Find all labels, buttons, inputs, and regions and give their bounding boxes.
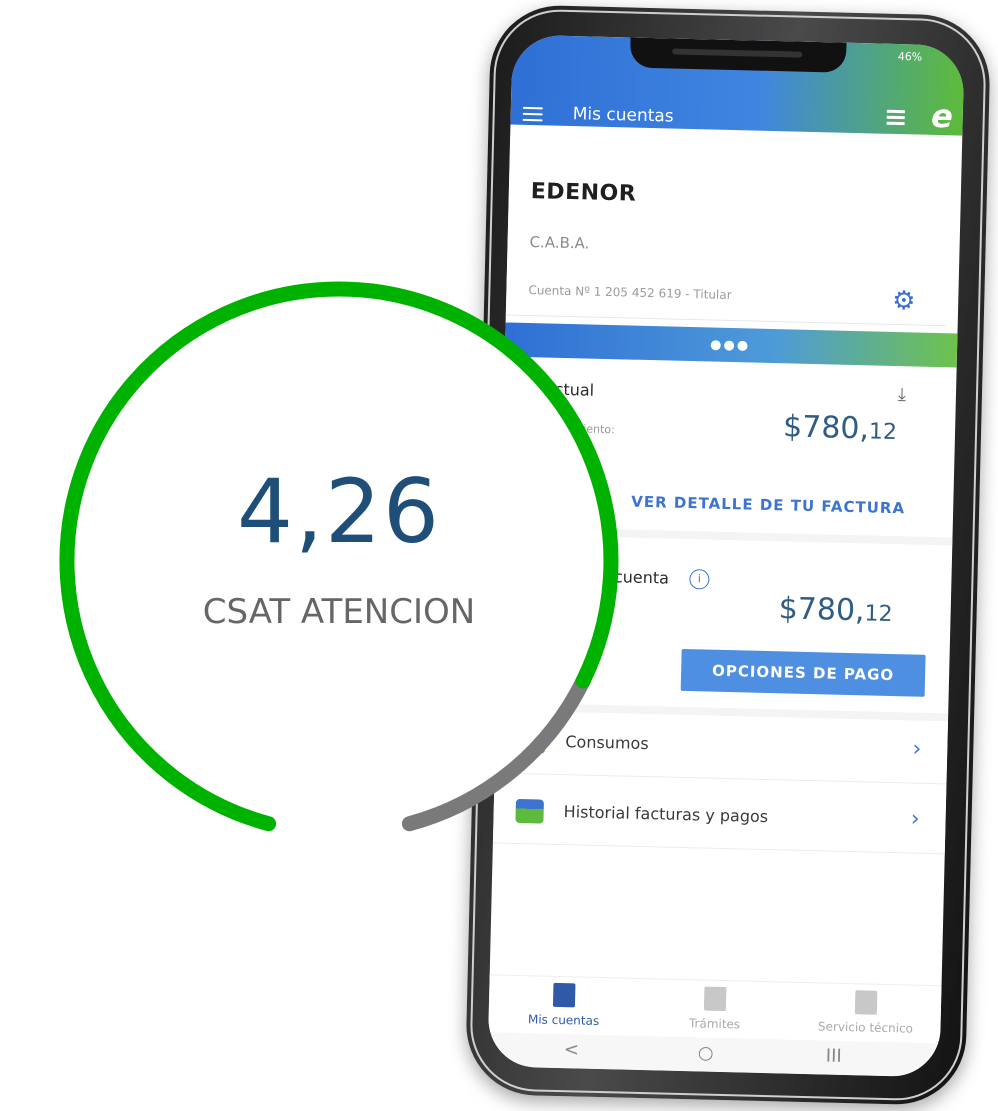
nav-label: Servicio técnico	[817, 1019, 914, 1036]
app-header: 46% Mis cuentas e	[510, 34, 965, 136]
header-title: Mis cuentas	[572, 104, 674, 127]
balance-amount: $780,12	[778, 591, 893, 629]
truck-icon	[854, 990, 878, 1015]
document-icon	[703, 986, 727, 1012]
csat-gauge: 4,26 CSAT ATENCION	[40, 262, 638, 860]
menu-icon[interactable]	[522, 106, 543, 122]
download-icon[interactable]: ⤓	[898, 384, 906, 405]
nav-label: Trámites	[688, 1016, 741, 1032]
chevron-right-icon: ›	[910, 806, 920, 832]
brand-e-icon[interactable]: e	[931, 97, 954, 136]
info-icon[interactable]: i	[689, 569, 710, 590]
home-button[interactable]: ○	[698, 1042, 714, 1063]
nav-label: Mis cuentas	[527, 1012, 600, 1028]
nav-servicio-tecnico[interactable]: Servicio técnico	[790, 983, 941, 1045]
csat-value: 4,26	[237, 460, 441, 563]
current-bill-amount: $780,12	[782, 409, 898, 447]
lightning-icon	[552, 982, 576, 1008]
bill-detail-link[interactable]: VER DETALLE DE TU FACTURA	[631, 493, 905, 518]
csat-label: CSAT ATENCION	[202, 592, 476, 632]
carousel-dots[interactable]: ●●●	[710, 338, 750, 354]
battery-status: 46%	[897, 50, 923, 64]
nav-tramites[interactable]: Trámites	[639, 979, 790, 1041]
account-name: EDENOR	[530, 179, 637, 207]
back-button[interactable]: <	[564, 1039, 580, 1060]
account-location: C.A.B.A.	[529, 233, 590, 253]
recents-button[interactable]: III	[826, 1046, 842, 1067]
gear-icon[interactable]: ⚙	[892, 286, 916, 317]
list-icon[interactable]	[886, 109, 905, 126]
nav-mis-cuentas[interactable]: Mis cuentas	[488, 975, 639, 1037]
payment-options-button[interactable]: OPCIONES DE PAGO	[680, 648, 926, 697]
chevron-right-icon: ›	[912, 736, 922, 762]
